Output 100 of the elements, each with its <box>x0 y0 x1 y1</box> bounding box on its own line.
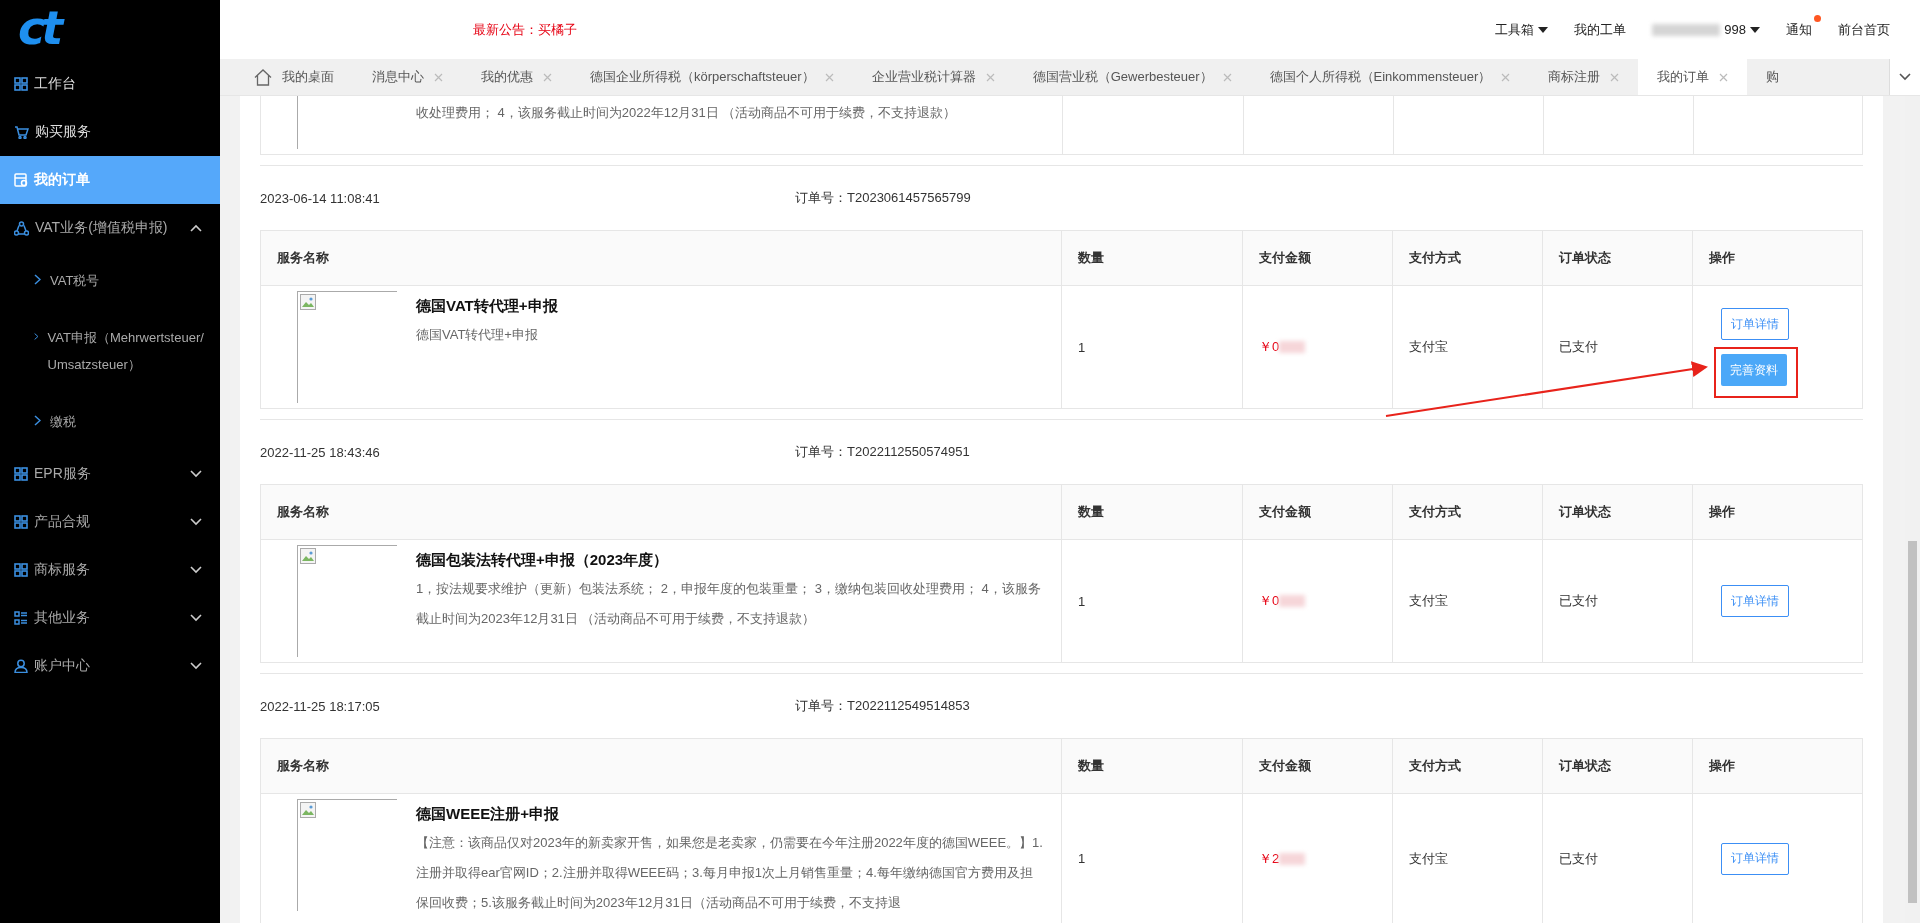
tab[interactable]: 消息中心 <box>353 59 462 95</box>
home-icon <box>254 68 272 86</box>
sidebar-subitem[interactable]: VAT税号 <box>0 252 220 309</box>
column-header: 操作 <box>1693 231 1863 286</box>
logo[interactable]: ct <box>0 0 60 60</box>
chevron-up-icon <box>190 224 202 232</box>
order-date: 2023-06-14 11:08:41 <box>260 190 381 206</box>
column-header: 支付金额 <box>1243 739 1393 794</box>
amount-text: ￥2 <box>1259 849 1280 868</box>
sidebar-item[interactable]: 产品合规 <box>0 498 220 546</box>
order-number: 订单号：T2022112550574951 <box>795 443 970 461</box>
sidebar-subitem[interactable]: 缴税 <box>0 393 220 450</box>
tab[interactable]: 德国个人所得税（Einkommensteuer） <box>1250 59 1530 95</box>
tab[interactable]: 德国营业税（Gewerbesteuer） <box>1013 59 1251 95</box>
chevron-down-icon <box>190 662 202 670</box>
cart-icon <box>14 125 29 139</box>
column-header: 数量 <box>1062 231 1243 286</box>
grid-icon <box>14 467 28 481</box>
column-header: 服务名称 <box>261 485 1062 540</box>
column-header: 操作 <box>1693 739 1863 794</box>
sidebar-item[interactable]: VAT业务(增值税申报) <box>0 204 220 252</box>
tab[interactable]: 企业营业税计算器 <box>852 59 1014 95</box>
user-menu[interactable]: 998 <box>1652 22 1760 37</box>
column-header: 支付方式 <box>1393 739 1543 794</box>
service-description: 德国VAT转代理+申报 <box>416 326 539 344</box>
document-icon <box>14 173 28 187</box>
caret-icon <box>1750 26 1760 33</box>
column-header: 订单状态 <box>1543 485 1693 540</box>
column-header: 支付方式 <box>1393 231 1543 286</box>
payment-method: 支付宝 <box>1409 338 1448 356</box>
column-header: 订单状态 <box>1543 739 1693 794</box>
sidebar-item[interactable]: EPR服务 <box>0 450 220 498</box>
list-icon <box>14 611 28 625</box>
close-icon <box>434 72 443 82</box>
order-date: 2022-11-25 18:43:46 <box>260 444 381 460</box>
header-link[interactable]: 前台首页 <box>1838 20 1890 39</box>
column-header: 服务名称 <box>261 231 1062 286</box>
amount-text: ￥0 <box>1259 338 1280 356</box>
payment-method: 支付宝 <box>1409 592 1448 610</box>
quantity-text: 1 <box>1078 593 1086 609</box>
order-status: 已支付 <box>1559 592 1598 610</box>
column-header: 数量 <box>1062 739 1243 794</box>
quantity-text: 1 <box>1078 339 1086 355</box>
tab[interactable]: 商标注册 <box>1529 59 1639 95</box>
sidebar-item[interactable]: 账户中心 <box>0 642 220 690</box>
grid-icon <box>14 563 28 577</box>
broken-image-icon <box>300 548 316 564</box>
tab-scroll-button[interactable] <box>1889 59 1920 95</box>
sidebar-item[interactable]: 商标服务 <box>0 546 220 594</box>
chevron-down-icon <box>190 614 202 622</box>
service-title: 德国VAT转代理+申报 <box>416 297 558 316</box>
grid-icon <box>14 515 28 529</box>
close-icon <box>1719 72 1729 82</box>
person-icon <box>14 659 28 673</box>
service-description: 1，按法规要求维护（更新）包装法系统； 2，申报年度的包装重量； 3，缴纳包装回收处理费用； 4，该服务截止时间为2023年12月31日 （活动商品不可用于续费，不支持退款） <box>416 580 1042 628</box>
redacted-text <box>1279 341 1306 353</box>
sidebar-subitem[interactable]: VAT申报（Mehrwertsteuer/Umsatzsteuer） <box>0 309 220 393</box>
redacted-text <box>1279 852 1306 865</box>
cycle-icon <box>14 220 29 236</box>
tab[interactable]: 德国企业所得税（körperschaftsteuer） <box>571 59 853 95</box>
column-header: 支付方式 <box>1393 485 1543 540</box>
caret-icon <box>1538 26 1549 33</box>
grid-icon <box>14 77 28 91</box>
quantity-text: 1 <box>1078 851 1086 866</box>
chevron-right-icon <box>34 415 41 426</box>
order-number: 订单号：T2022112549514853 <box>795 697 970 715</box>
close-icon <box>1501 72 1511 82</box>
service-description: 【注意：该商品仅对2023年的新卖家开售，如果您是老卖家，仍需要在今年注册2022年度的德国WEEE。】1.注册并取得ear官网ID；2.注册并取得WEEE码；3.每月申报1次上月销售重量；4.每年缴纳德国官方费用及担保回收费；5.该服务截止时间为2023年12月31日（活动商品不可用于续费，不支持退 <box>416 834 1044 912</box>
sidebar-item[interactable]: 工作台 <box>0 60 220 108</box>
close-icon <box>1222 72 1232 82</box>
header-link[interactable]: 工具箱 <box>1495 20 1549 39</box>
order-date: 2022-11-25 18:17:05 <box>260 698 381 714</box>
column-header: 支付金额 <box>1243 485 1393 540</box>
amount-text: ￥0 <box>1259 592 1280 610</box>
chevron-down-icon <box>190 518 202 526</box>
service-title: 德国WEEE注册+申报 <box>416 805 560 824</box>
sidebar-item[interactable]: 其他业务 <box>0 594 220 642</box>
header-link[interactable]: 通知 <box>1786 20 1812 39</box>
chevron-down-icon <box>1899 73 1911 81</box>
payment-method: 支付宝 <box>1409 849 1448 868</box>
tab[interactable]: 购 <box>1747 59 1799 95</box>
column-header: 操作 <box>1693 485 1863 540</box>
chevron-down-icon <box>190 566 202 574</box>
close-icon <box>985 72 995 82</box>
chevron-right-icon <box>34 331 39 342</box>
chevron-down-icon <box>190 470 202 478</box>
header-link[interactable]: 我的工单 <box>1574 20 1627 39</box>
announcement-text: 最新公告：买橘子 <box>473 20 577 39</box>
tab[interactable]: 我的订单 <box>1638 59 1748 95</box>
sidebar-item[interactable]: 购买服务 <box>0 108 220 156</box>
column-header: 数量 <box>1062 485 1243 540</box>
broken-image-icon <box>300 802 316 818</box>
redacted-text <box>1652 23 1721 36</box>
redacted-text <box>1279 595 1306 607</box>
tab[interactable]: 我的优惠 <box>462 59 571 95</box>
close-icon <box>824 72 834 82</box>
order-status: 已支付 <box>1559 849 1598 868</box>
order-status: 已支付 <box>1559 338 1598 356</box>
tab[interactable]: 我的桌面 <box>254 59 353 95</box>
column-header: 服务名称 <box>261 739 1062 794</box>
